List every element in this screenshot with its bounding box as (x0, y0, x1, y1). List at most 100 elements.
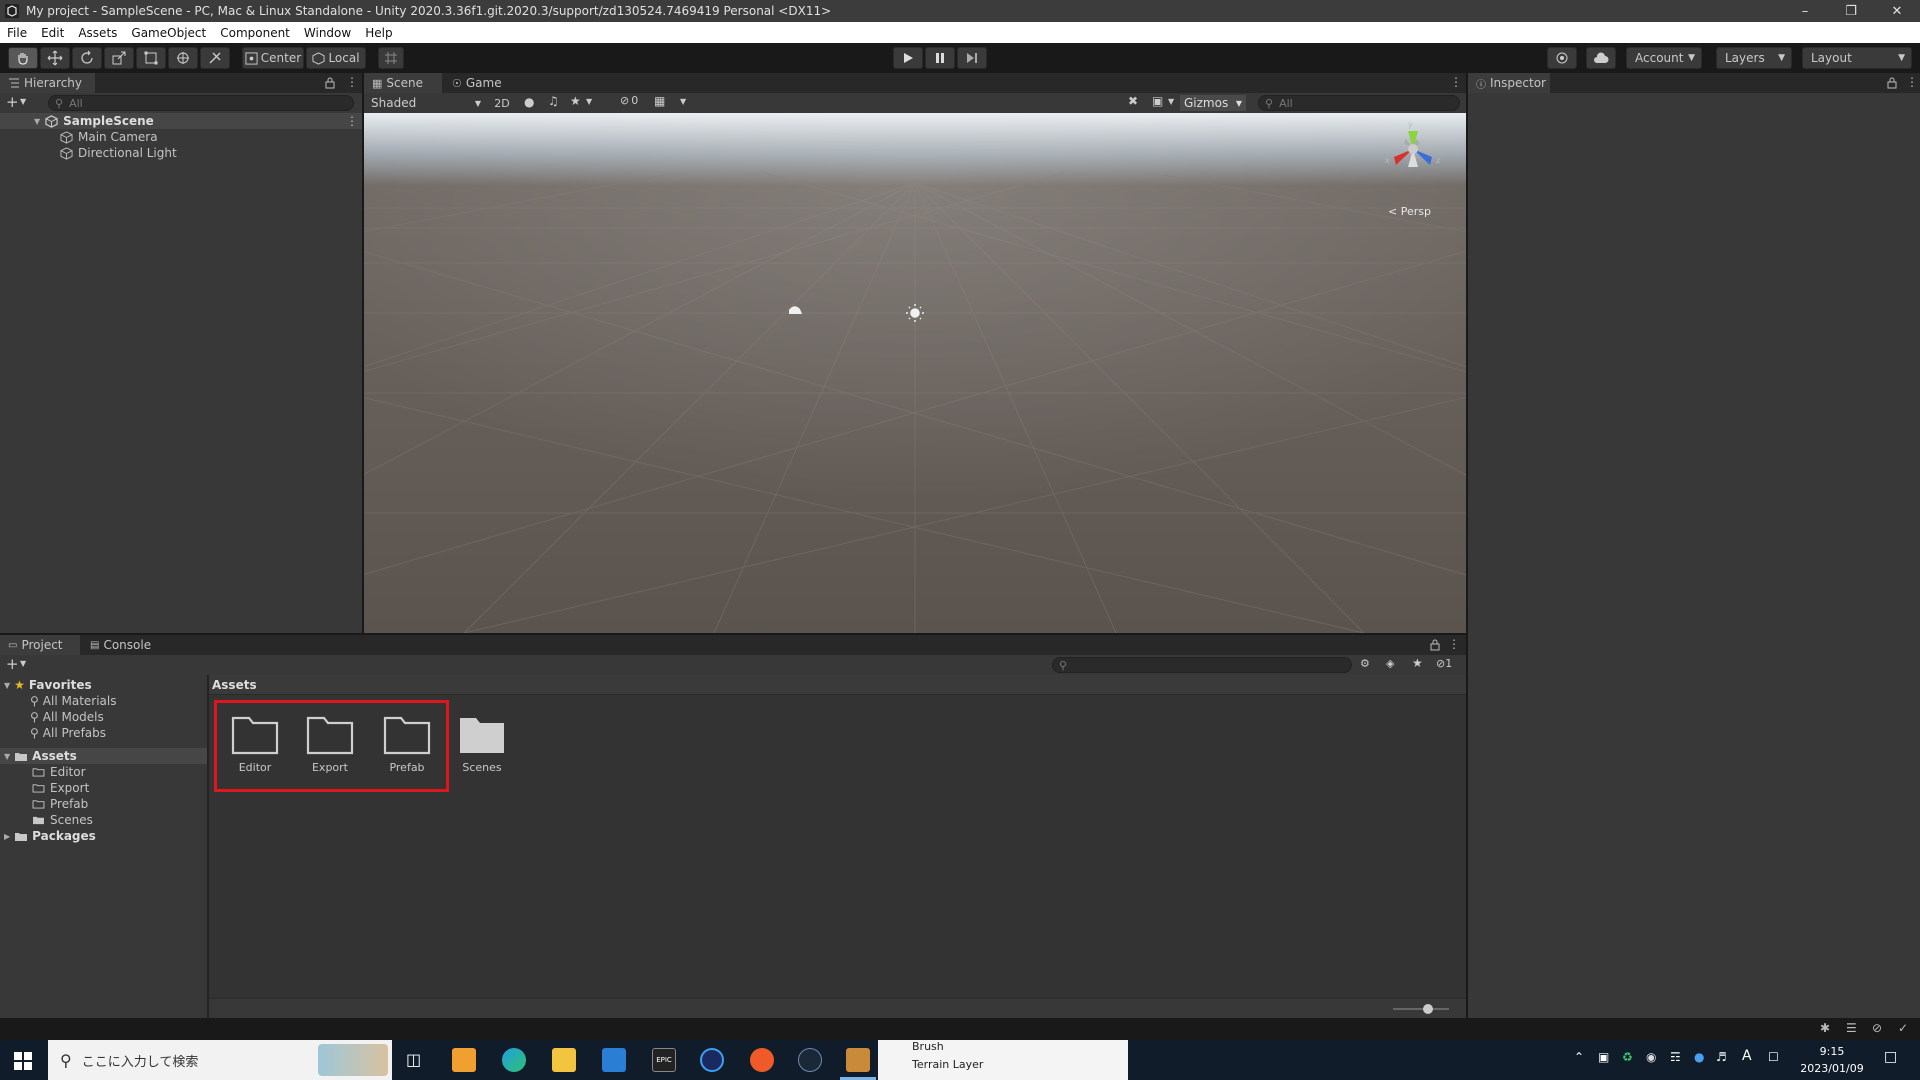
gizmos-dropdown[interactable]: Gizmos ▼ (1180, 95, 1246, 111)
menu-assets[interactable]: Assets (71, 26, 124, 40)
collab-button[interactable] (1547, 47, 1577, 69)
menu-component[interactable]: Component (213, 26, 297, 40)
volume-icon[interactable]: ♬ (1716, 1050, 1727, 1064)
search-by-label-icon[interactable]: ◈ (1386, 657, 1394, 670)
favorite-star-icon[interactable]: ★ (1412, 656, 1423, 670)
favorite-item[interactable]: ⚲ All Models (0, 709, 207, 725)
create-plus-icon[interactable]: + (6, 93, 19, 111)
hierarchy-item-directional-light[interactable]: Directional Light (0, 145, 362, 161)
panel-menu-icon[interactable]: ⋮ (346, 75, 358, 89)
ubisoft-icon[interactable] (700, 1048, 724, 1072)
edge-browser-icon[interactable] (502, 1048, 526, 1072)
create-plus-icon[interactable]: + (6, 655, 19, 673)
hand-tool-button[interactable] (8, 47, 38, 69)
origin-icon[interactable] (750, 1048, 774, 1072)
restore-button[interactable]: ❐ (1828, 0, 1874, 22)
panel-menu-icon[interactable]: ⋮ (1450, 75, 1462, 89)
scale-tool-button[interactable] (104, 47, 134, 69)
scene-menu-icon[interactable]: ⋮ (346, 114, 358, 128)
project-search-input[interactable]: ⚲ (1052, 657, 1352, 673)
wifi-icon[interactable]: ☶ (1670, 1050, 1681, 1064)
game-app-icon[interactable] (846, 1048, 870, 1072)
triangle-right-icon[interactable]: ▶ (4, 832, 10, 841)
step-button[interactable] (957, 47, 987, 69)
account-dropdown[interactable]: Account ▼ (1626, 47, 1702, 69)
packages-row[interactable]: ▶ Packages (0, 828, 207, 844)
media-player-icon[interactable] (452, 1048, 476, 1072)
chevron-down-icon[interactable]: ▼ (680, 97, 686, 106)
menu-file[interactable]: File (0, 26, 34, 40)
layers-dropdown[interactable]: Layers ▼ (1716, 47, 1792, 69)
taskbar-search-input[interactable]: ⚲ ここに入力して検索 (48, 1040, 392, 1080)
bluetooth-icon[interactable]: ● (1694, 1050, 1704, 1064)
mail-icon[interactable] (602, 1048, 626, 1072)
minimize-button[interactable]: – (1782, 0, 1828, 22)
tab-inspector[interactable]: ⓘ Inspector (1468, 73, 1550, 93)
lock-icon[interactable] (325, 77, 335, 89)
asset-folder-scenes[interactable]: Scenes (450, 714, 514, 774)
ime-tray-icon[interactable]: ▣ (1598, 1050, 1609, 1064)
menu-window[interactable]: Window (297, 26, 358, 40)
scene-row[interactable]: ▼ SampleScene ⋮ (0, 113, 362, 129)
chevron-down-icon[interactable]: ▼ (1168, 97, 1174, 106)
sidebar-folder-export[interactable]: Export (0, 780, 207, 796)
pivot-center-toggle[interactable]: Center (242, 47, 304, 69)
favorite-item[interactable]: ⚲ All Prefabs (0, 725, 207, 741)
layout-dropdown[interactable]: Layout ▼ (1802, 47, 1912, 69)
ime-pad-icon[interactable]: ☐ (1768, 1050, 1779, 1064)
menu-help[interactable]: Help (358, 26, 399, 40)
file-explorer-icon[interactable] (552, 1048, 576, 1072)
sidebar-folder-editor[interactable]: Editor (0, 764, 207, 780)
debug-icon[interactable]: ✱ (1820, 1021, 1830, 1035)
cloud-button[interactable] (1586, 47, 1616, 69)
sidebar-folder-scenes[interactable]: Scenes (0, 812, 207, 828)
triangle-down-icon[interactable]: ▼ (34, 117, 40, 126)
zoom-slider-thumb[interactable] (1423, 1004, 1433, 1014)
assets-root-row[interactable]: ▼ Assets (0, 748, 207, 764)
hierarchy-item-main-camera[interactable]: Main Camera (0, 129, 362, 145)
steam-tray-icon[interactable]: ◉ (1646, 1050, 1656, 1064)
tab-hierarchy[interactable]: Hierarchy (0, 73, 95, 93)
transform-tool-button[interactable] (168, 47, 198, 69)
shading-mode-dropdown[interactable]: Shaded ▼ (367, 95, 485, 111)
perspective-toggle[interactable]: < Persp (1388, 205, 1431, 218)
chevron-down-icon[interactable]: ▼ (20, 659, 26, 668)
tab-scene[interactable]: ▦ Scene (364, 73, 442, 93)
task-view-icon[interactable]: ◫ (406, 1050, 421, 1069)
progress-icon[interactable]: ✓ (1898, 1021, 1908, 1035)
lock-icon[interactable] (1887, 77, 1897, 89)
tab-project[interactable]: ▭ Project (0, 635, 80, 655)
menu-gameobject[interactable]: GameObject (124, 26, 213, 40)
panel-divider[interactable] (207, 675, 209, 1018)
search-by-type-icon[interactable]: ⚙ (1360, 657, 1370, 670)
move-tool-button[interactable] (40, 47, 70, 69)
auto-generate-lighting-icon[interactable]: ⊘ (1872, 1021, 1882, 1035)
panel-menu-icon[interactable]: ⋮ (1448, 637, 1460, 651)
rotate-tool-button[interactable] (72, 47, 102, 69)
scene-visibility-toggle[interactable]: ⊘ 0 (620, 94, 638, 107)
grid-toggle-icon[interactable]: ▦ (654, 94, 665, 108)
menu-edit[interactable]: Edit (34, 26, 71, 40)
orientation-gizmo[interactable]: y x z (1368, 117, 1458, 187)
custom-tool-button[interactable] (200, 47, 230, 69)
effects-icon[interactable]: ★ (570, 94, 581, 108)
breadcrumb-assets[interactable]: Assets (212, 678, 257, 692)
popup-item-terrain-layer[interactable]: Terrain Layer (912, 1058, 983, 1071)
ime-mode-indicator[interactable]: A (1742, 1048, 1752, 1064)
sidebar-folder-prefab[interactable]: Prefab (0, 796, 207, 812)
scene-search-input[interactable]: ⚲ All (1258, 95, 1460, 111)
space-local-toggle[interactable]: Local (306, 47, 366, 69)
lock-icon[interactable] (1430, 639, 1440, 651)
triangle-down-icon[interactable]: ▼ (4, 681, 10, 690)
chevron-up-icon[interactable]: ⌃ (1574, 1050, 1584, 1064)
tab-console[interactable]: ▤ Console (82, 635, 160, 655)
popup-item-brush[interactable]: Brush (912, 1040, 944, 1053)
rect-tool-button[interactable] (136, 47, 166, 69)
steam-icon[interactable] (798, 1048, 822, 1072)
tab-game[interactable]: ☉ Game (444, 73, 514, 93)
chevron-down-icon[interactable]: ▼ (20, 97, 26, 106)
tools-icon[interactable]: ✖ (1128, 94, 1138, 108)
grid-snap-button[interactable] (378, 47, 404, 69)
favorites-row[interactable]: ▼ ★ Favorites (0, 677, 207, 693)
panel-menu-icon[interactable]: ⋮ (1906, 75, 1918, 89)
